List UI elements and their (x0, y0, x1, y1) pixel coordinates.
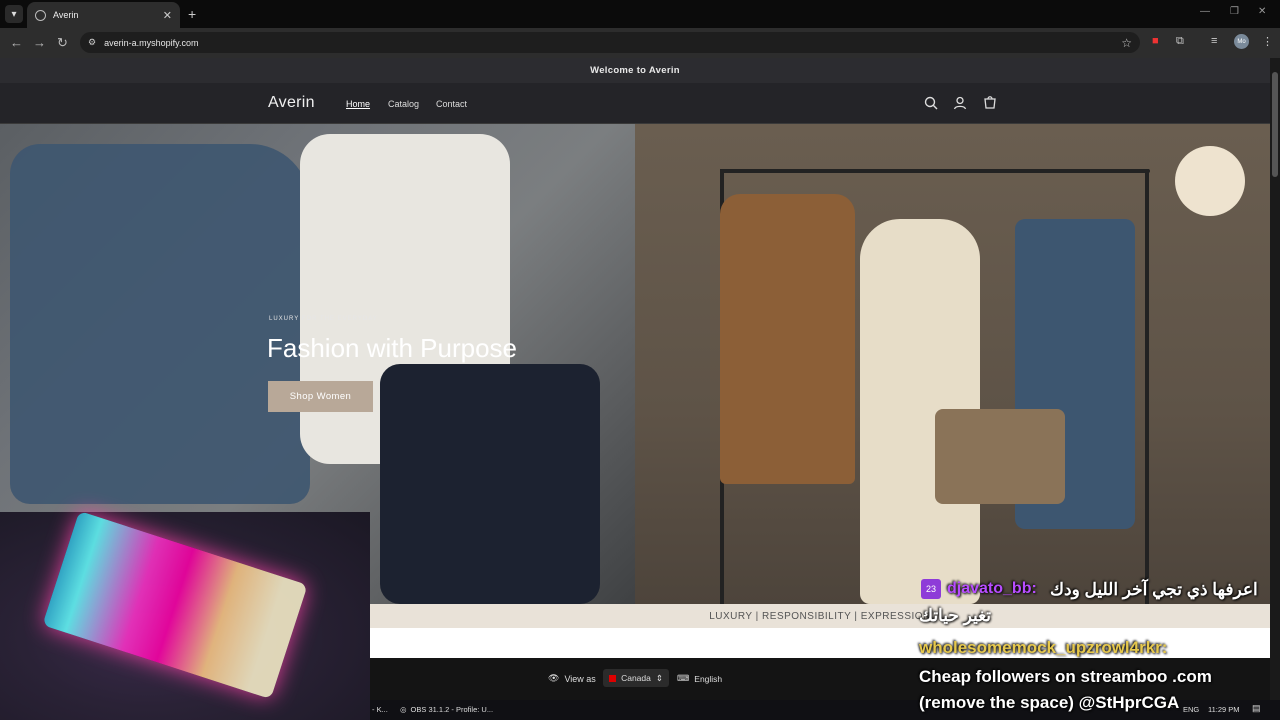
menu-kebab-icon[interactable]: ⋮ (1262, 35, 1273, 48)
marquee-banner: LUXURY | RESPONSIBILITY | EXPRESSION (370, 604, 1270, 628)
site-header (0, 83, 1270, 124)
taskbar-obs-label: OBS 31.1.2 - Profile: U... (410, 705, 494, 714)
obs-icon: ◎ (400, 705, 407, 714)
browser-tab[interactable]: Averin ✕ (27, 2, 180, 28)
chat-message-1: اعرفها ذي تجي آخر الليل ودك (1050, 580, 1258, 599)
nav-contact[interactable]: Contact (436, 99, 467, 109)
translate-icon: ⌨ (677, 673, 690, 683)
close-tab-icon[interactable]: ✕ (163, 9, 172, 22)
minimize-icon[interactable]: — (1200, 6, 1210, 17)
extension-icon[interactable]: ■ (1152, 35, 1159, 47)
chat-message-1-cont: تغير حياتك (919, 606, 992, 625)
url-bar[interactable]: ⚙ averin-a.myshopify.com ☆ (80, 32, 1140, 53)
tab-title: Averin (53, 10, 79, 20)
language-selector[interactable]: ⌨ English (677, 673, 722, 684)
nav-home[interactable]: Home (346, 99, 370, 109)
store-logo[interactable]: Averin (268, 94, 315, 112)
reload-icon[interactable]: ↻ (57, 35, 68, 51)
taskbar-item[interactable]: - K... (372, 705, 388, 714)
taskbar-obs[interactable]: ◎ OBS 31.1.2 - Profile: U... (400, 705, 493, 714)
tab-search-button[interactable]: ▾ (5, 5, 23, 23)
account-icon[interactable] (952, 95, 968, 111)
chat-badge-icon: 23 (921, 579, 941, 599)
forward-icon[interactable]: → (33, 35, 46, 50)
extensions-puzzle-icon[interactable]: ⧉ (1176, 35, 1184, 48)
search-icon[interactable] (923, 95, 939, 111)
window-close-icon[interactable]: ✕ (1258, 6, 1266, 17)
hero-title: Fashion with Purpose (267, 333, 518, 363)
chat-message-2: Cheap followers on streamboo .com (remov… (919, 667, 1212, 712)
hero-kicker: LUXURY FOR THE EVERYDAY (269, 316, 378, 322)
view-as-control[interactable]: 👁 View as (548, 673, 596, 684)
url-text: averin-a.myshopify.com (104, 37, 199, 48)
chevron-updown-icon: ⇕ (655, 672, 663, 683)
globe-icon (35, 9, 46, 21)
restore-icon[interactable]: ❐ (1230, 6, 1239, 17)
canada-flag-icon (609, 674, 617, 682)
hero-image-right (635, 124, 1270, 604)
language-label: English (694, 673, 723, 684)
chat-username-1: djavato_bb: (947, 580, 1037, 597)
announcement-bar: Welcome to Averin (0, 58, 1270, 83)
media-control-icon[interactable]: ≡ (1211, 35, 1217, 47)
bookmark-star-icon[interactable]: ☆ (1121, 36, 1132, 50)
cart-icon[interactable] (982, 95, 998, 111)
country-selector[interactable]: Canada ⇕ (603, 669, 669, 687)
eye-icon: 👁 (548, 673, 560, 683)
nav-catalog[interactable]: Catalog (388, 99, 419, 109)
back-icon[interactable]: ← (10, 35, 23, 50)
shop-women-button[interactable]: Shop Women (268, 381, 373, 412)
new-tab-button[interactable]: + (188, 6, 196, 22)
chat-username-2: wholesomemock_upzrowl4rkr: (919, 638, 1168, 657)
profile-avatar[interactable]: Mo (1234, 34, 1249, 49)
view-as-label: View as (564, 673, 596, 684)
scrollbar-thumb[interactable] (1272, 72, 1278, 177)
site-info-icon[interactable]: ⚙ (88, 37, 96, 48)
country-label: Canada (621, 673, 651, 683)
